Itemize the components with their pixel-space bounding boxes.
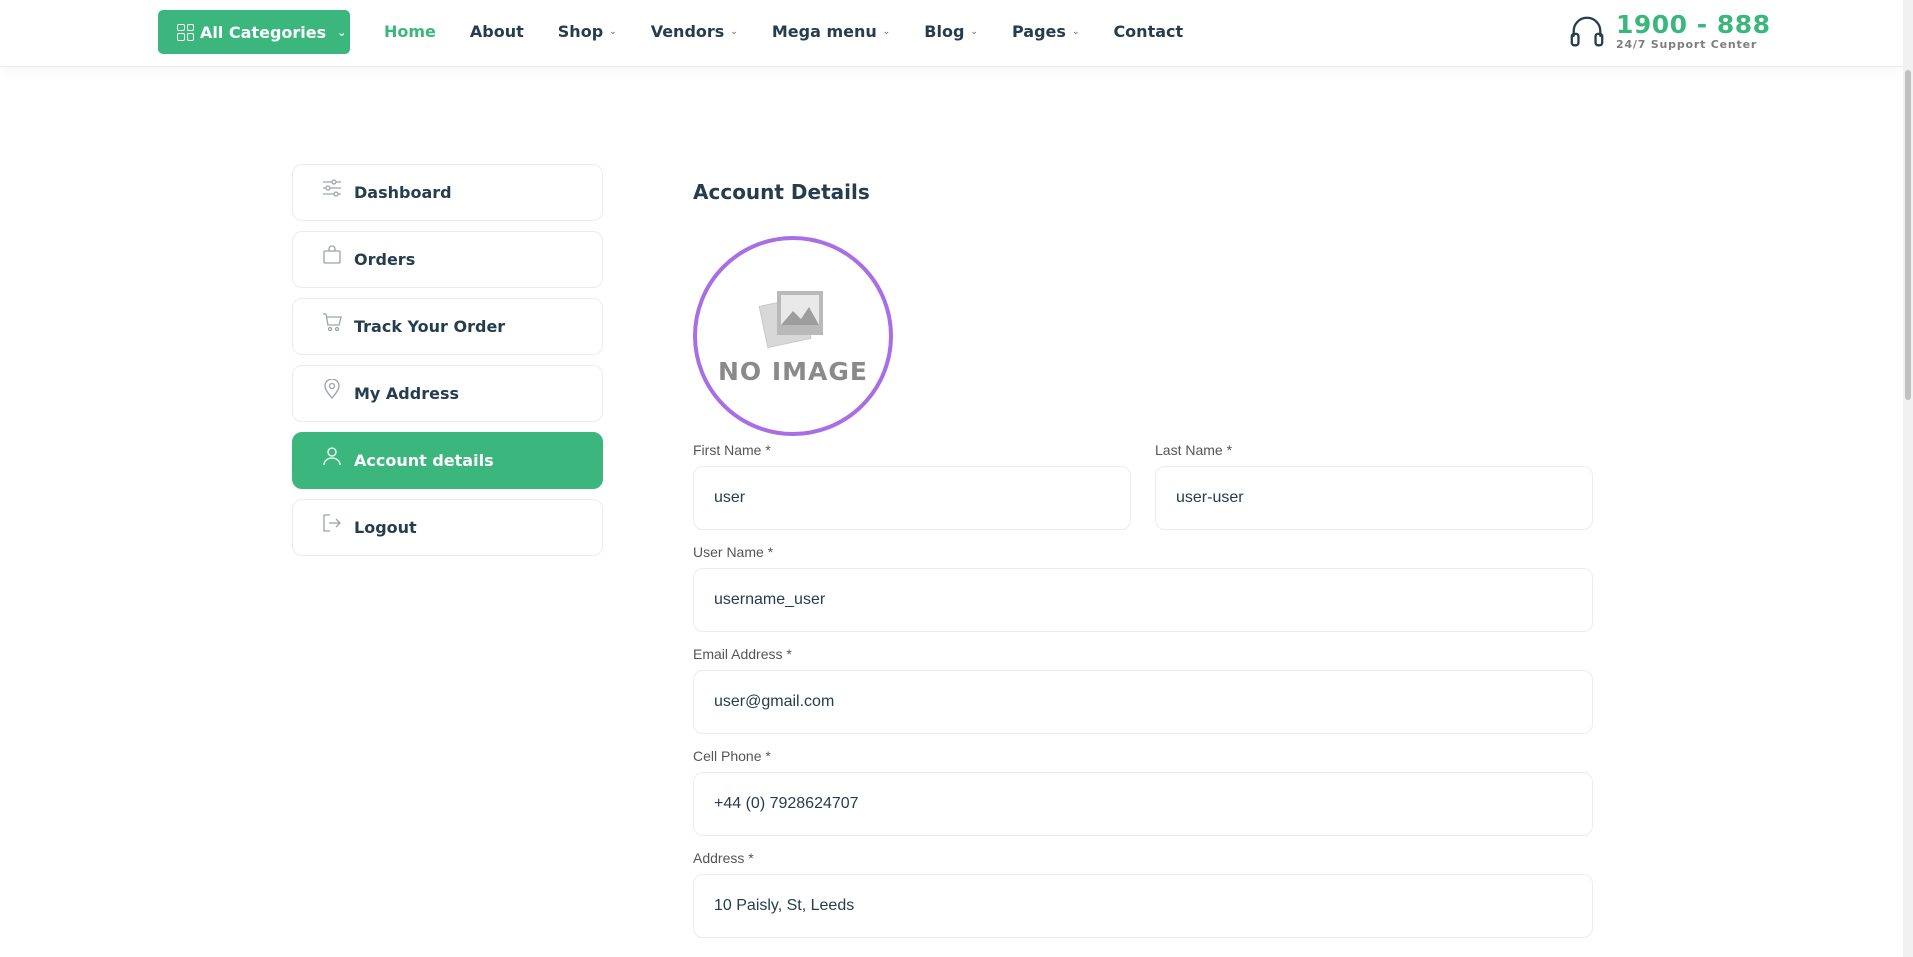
address-label: Address * <box>693 850 754 866</box>
scrollbar[interactable] <box>1903 0 1913 957</box>
email-label: Email Address * <box>693 646 792 662</box>
first-name-label: First Name * <box>693 442 771 458</box>
image-placeholder-icon <box>757 287 829 349</box>
chevron-down-icon: ⌄ <box>730 27 738 37</box>
nav-vendors-label: Vendors <box>650 21 725 41</box>
page-title: Account Details <box>693 180 870 204</box>
nav-shop-label: Shop <box>557 21 604 41</box>
address-field[interactable]: 10 Paisly, St, Leeds <box>693 874 1593 938</box>
nav-mega-menu-label: Mega menu <box>771 21 877 41</box>
headset-icon <box>1570 16 1604 46</box>
chevron-down-icon: ⌄ <box>1071 27 1080 37</box>
support-center[interactable]: 1900 - 888 24/7 Support Center <box>1568 12 1771 51</box>
chevron-down-icon: ⌄ <box>970 27 978 37</box>
last-name-field[interactable]: user-user <box>1155 466 1593 530</box>
scrollbar-thumb[interactable] <box>1905 70 1911 400</box>
account-sidebar: Dashboard Orders Track Your Order My Add… <box>292 164 603 566</box>
nav-pages[interactable]: Pages ⌄ <box>1012 22 1079 41</box>
sidebar-item-label: Account details <box>354 451 494 470</box>
sidebar-item-orders[interactable]: Orders <box>292 231 603 288</box>
nav-about[interactable]: About <box>470 22 524 41</box>
header-bar: All Categories ⌄ Home About Shop ⌄ Vendor… <box>0 0 1903 67</box>
first-name-field[interactable]: user <box>693 466 1131 530</box>
chevron-down-icon: ⌄ <box>609 27 617 37</box>
phone-label: Cell Phone * <box>693 748 771 764</box>
nav-pages-label: Pages <box>1011 21 1066 41</box>
email-field[interactable]: user@gmail.com <box>693 670 1593 734</box>
nav-vendors[interactable]: Vendors ⌄ <box>651 22 738 41</box>
sidebar-item-label: Track Your Order <box>354 317 506 336</box>
nav-contact[interactable]: Contact <box>1113 22 1183 41</box>
sidebar-item-dashboard[interactable]: Dashboard <box>292 164 603 221</box>
sidebar-item-my-address[interactable]: My Address <box>292 365 603 422</box>
sidebar-item-label: Logout <box>354 518 417 537</box>
sidebar-item-label: My Address <box>354 384 459 403</box>
no-image-text: NO IMAGE <box>717 356 868 386</box>
sidebar-item-label: Dashboard <box>354 183 452 202</box>
username-field[interactable]: username_user <box>693 568 1593 632</box>
sidebar-item-label: Orders <box>354 250 416 269</box>
nav-home[interactable]: Home <box>384 22 436 41</box>
sidebar-item-account-details[interactable]: Account details <box>292 432 603 489</box>
map-pin-icon <box>322 378 342 399</box>
nav-mega-menu[interactable]: Mega menu ⌄ <box>772 22 890 41</box>
grid-icon <box>177 23 194 41</box>
nav-home-label: Home <box>384 21 436 41</box>
nav-blog-label: Blog <box>924 21 965 41</box>
phone-field[interactable]: +44 (0) 7928624707 <box>693 772 1593 836</box>
user-icon <box>322 446 342 466</box>
nav-blog[interactable]: Blog ⌄ <box>924 22 978 41</box>
nav-about-label: About <box>469 21 524 41</box>
sliders-icon <box>322 178 342 198</box>
main-nav: Home About Shop ⌄ Vendors ⌄ Mega menu ⌄ Blo… <box>384 0 1217 62</box>
nav-shop[interactable]: Shop ⌄ <box>558 22 617 41</box>
bag-icon <box>322 244 342 265</box>
cart-icon <box>322 312 342 332</box>
chevron-down-icon: ⌄ <box>882 27 891 37</box>
all-categories-label: All Categories <box>200 22 327 42</box>
nav-contact-label: Contact <box>1113 21 1184 41</box>
account-details-panel: Account Details NO IMAGE First Name * us… <box>693 164 1593 938</box>
all-categories-button[interactable]: All Categories ⌄ <box>158 10 350 54</box>
chevron-down-icon: ⌄ <box>337 25 347 39</box>
avatar[interactable]: NO IMAGE <box>693 236 893 436</box>
account-form: First Name * user Last Name * user-user … <box>693 442 1593 952</box>
sidebar-item-logout[interactable]: Logout <box>292 499 603 556</box>
last-name-label: Last Name * <box>1155 442 1233 458</box>
username-label: User Name * <box>693 544 774 560</box>
support-number: 1900 - 888 <box>1616 10 1771 39</box>
support-text: 24/7 Support Center <box>1616 38 1758 51</box>
logout-icon <box>322 513 342 533</box>
sidebar-item-track-order[interactable]: Track Your Order <box>292 298 603 355</box>
